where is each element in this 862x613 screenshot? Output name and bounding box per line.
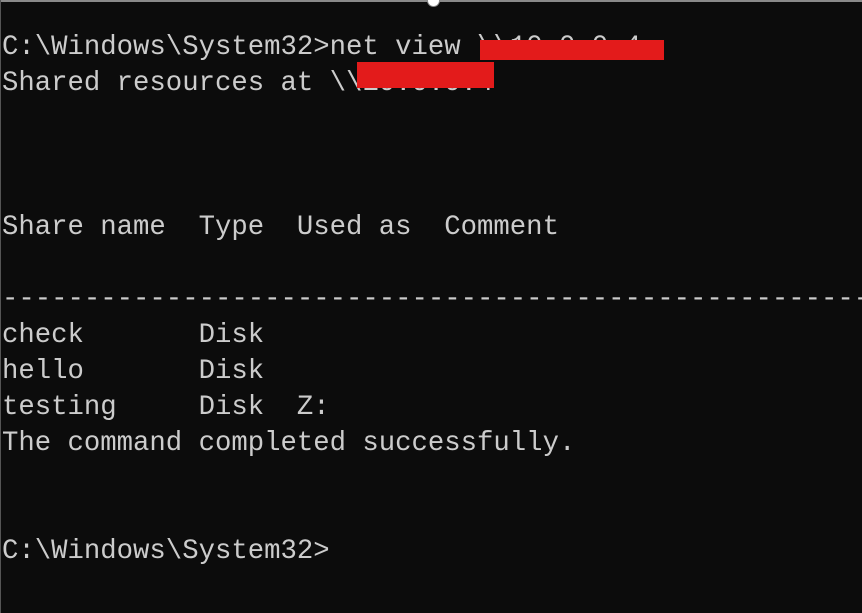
window-left-border (0, 0, 1, 613)
prompt: C:\Windows\System32> (2, 32, 330, 63)
redaction-box-command-ip (480, 40, 664, 60)
table-row: check Disk (2, 320, 265, 351)
command-line: C:\Windows\System32>net view \\10.0.0.4 (2, 30, 862, 66)
table-row: testing Disk Z: (2, 392, 330, 423)
resize-handle[interactable] (427, 0, 440, 7)
final-prompt: C:\Windows\System32> (2, 536, 330, 567)
console-output[interactable]: C:\Windows\System32>net view \\10.0.0.4 … (2, 30, 862, 570)
redaction-box-output-ip (357, 62, 494, 88)
separator: ----------------------------------------… (2, 284, 862, 315)
table-row: hello Disk (2, 356, 265, 387)
status-message: The command completed successfully. (2, 428, 576, 459)
table-header: Share name Type Used as Comment (2, 212, 559, 243)
